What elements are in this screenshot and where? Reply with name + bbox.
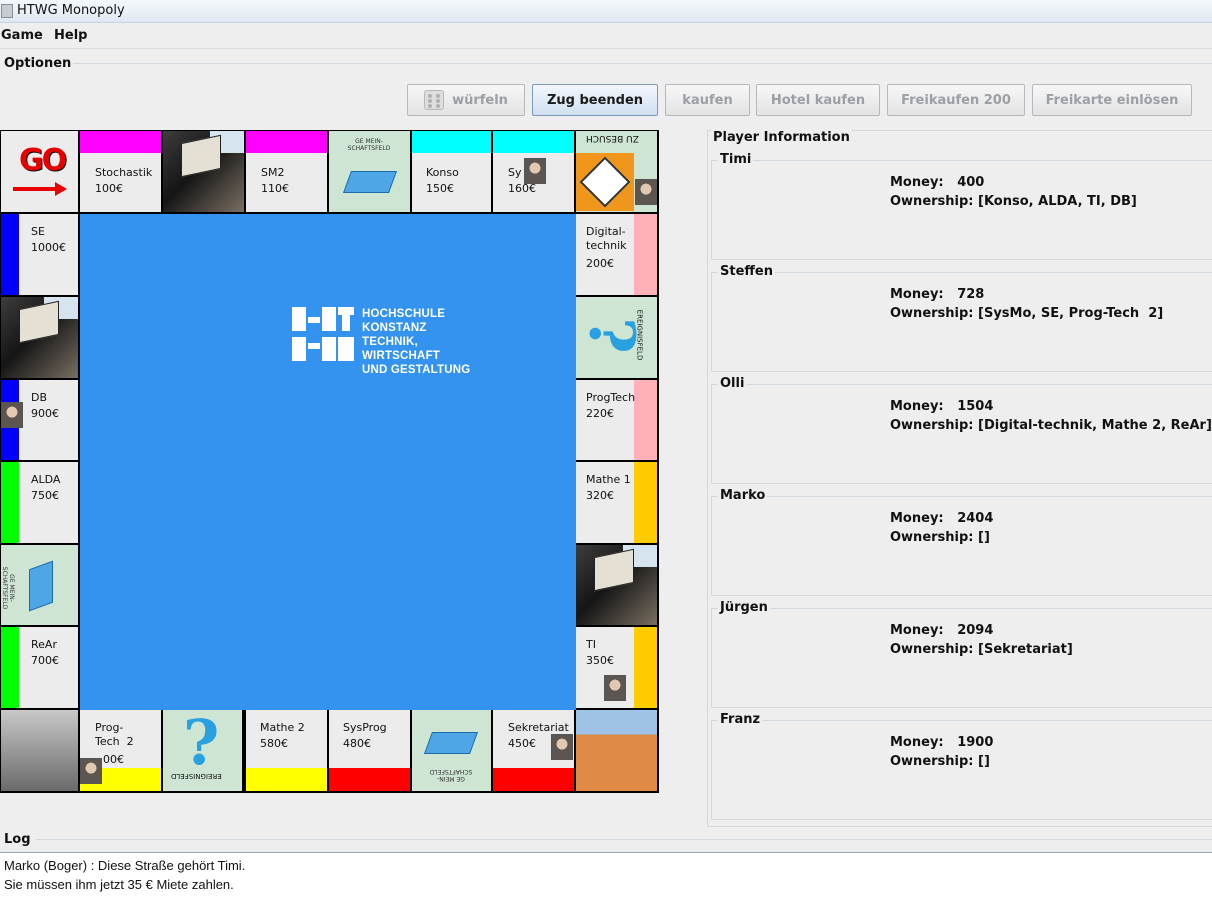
player-info-label: Player Information — [711, 130, 852, 145]
menu-bar: Game Help — [0, 25, 1212, 49]
log-line: Sie müssen ihm jetzt 35 € Miete zahlen. — [4, 877, 234, 892]
free-parking-photo-field[interactable] — [576, 710, 657, 791]
field-alda[interactable]: ALDA 750€ — [1, 462, 78, 543]
chance-field-bottom[interactable]: ? EREIGNISFELD — [163, 706, 242, 791]
field-db[interactable]: DB 900€ — [1, 380, 78, 460]
field-sekretariat[interactable]: Sekretariat 450€ — [493, 710, 574, 791]
player-token-avatar — [635, 179, 657, 205]
question-mark-icon: ? — [183, 706, 220, 779]
end-turn-button[interactable]: Zug beenden — [532, 84, 658, 116]
log-border — [36, 839, 1212, 840]
buy-hotel-button[interactable]: Hotel kaufen — [756, 84, 880, 116]
go-arrow-icon — [13, 187, 57, 191]
go-text: GO — [19, 143, 67, 178]
field-digital-technik[interactable]: Digital- technik 200€ — [576, 214, 657, 295]
gez-photo-field-right[interactable] — [576, 545, 657, 625]
options-label: Optionen — [2, 56, 74, 71]
field-sy[interactable]: Sy 160€ — [493, 131, 574, 212]
dice-icon — [424, 90, 445, 110]
menu-game[interactable]: Game — [1, 28, 43, 43]
player-card-olli: Olli Money: 1504 Ownership: [Digital-tec… — [711, 376, 1212, 484]
field-rear[interactable]: ReAr 700€ — [1, 627, 78, 708]
player-card-timi: Timi Money: 400 Ownership: [Konso, ALDA,… — [711, 152, 1212, 260]
title-bar: HTWG Monopoly — [0, 0, 1212, 23]
field-ti[interactable]: TI 350€ — [576, 627, 657, 708]
field-sysprog[interactable]: SysProg 480€ — [329, 710, 410, 791]
roll-dice-button[interactable]: würfeln — [407, 84, 525, 116]
field-se[interactable]: SE 1000€ — [1, 214, 78, 295]
field-prog-tech-2[interactable]: Prog- Tech 2 00€ — [80, 710, 161, 791]
player-card-marko: Marko Money: 2404 Ownership: [] — [711, 488, 1212, 596]
player-card-steffen: Steffen Money: 728 Ownership: [SysMo, SE… — [711, 264, 1212, 372]
community-field-top[interactable]: GE MEIN-SCHAFTSFELD — [329, 131, 410, 212]
java-app-icon — [1, 4, 13, 18]
gez-photo-field-left[interactable] — [1, 297, 78, 378]
board-center — [80, 214, 576, 710]
log-text-area[interactable]: Marko (Boger) : Diese Straße gehört Timi… — [0, 852, 1212, 900]
htwg-logo-text: HOCHSCHULE KONSTANZ TECHNIK, WIRTSCHAFT … — [362, 308, 471, 376]
htwg-logo: HOCHSCHULE KONSTANZ TECHNIK, WIRTSCHAFT … — [292, 307, 492, 376]
field-konso[interactable]: Konso 150€ — [412, 131, 491, 212]
player-token-avatar — [524, 158, 546, 184]
go-field[interactable]: GO — [1, 131, 78, 212]
gez-photo-field-top[interactable] — [163, 131, 244, 212]
options-border — [68, 63, 1212, 64]
community-chest-icon — [423, 732, 479, 754]
field-progtech[interactable]: ProgTech 220€ — [576, 380, 657, 460]
menu-help[interactable]: Help — [54, 28, 87, 43]
player-token-avatar — [1, 402, 23, 428]
player-card-juergen: Jürgen Money: 2094 Ownership: [Sekretari… — [711, 600, 1212, 708]
player-card-franz: Franz Money: 1900 Ownership: [] — [711, 712, 1212, 820]
community-chest-icon — [342, 171, 398, 193]
htwg-logo-icon — [292, 307, 354, 361]
redeem-card-button[interactable]: Freikarte einlösen — [1032, 84, 1192, 116]
field-mathe-2[interactable]: Mathe 2 580€ — [246, 710, 327, 791]
buy-button[interactable]: kaufen — [665, 84, 750, 116]
community-field-bottom[interactable]: GE MEIN-SCHAFTSFELD — [412, 710, 491, 791]
field-stochastik[interactable]: Stochastik 100€ — [80, 131, 161, 212]
chance-field-right[interactable]: ? EREIGNISFELD — [576, 297, 657, 378]
lecture-hall-photo-field[interactable] — [1, 710, 78, 791]
field-sm2[interactable]: SM2 110€ — [246, 131, 327, 212]
log-line: Marko (Boger) : Diese Straße gehört Timi… — [4, 858, 246, 873]
community-chest-icon — [29, 560, 53, 612]
player-token-avatar — [604, 675, 626, 701]
community-field-left[interactable]: GE MEIN-SCHAFTSFELD — [1, 545, 78, 625]
jail-visit-field[interactable]: ZU BESUCH — [576, 131, 657, 212]
buy-free-button[interactable]: Freikaufen 200 — [887, 84, 1025, 116]
field-mathe-1[interactable]: Mathe 1 320€ — [576, 462, 657, 543]
jail-icon — [576, 153, 634, 211]
log-label: Log — [2, 832, 33, 847]
player-token-avatar — [80, 758, 102, 784]
roll-dice-label: würfeln — [452, 92, 508, 108]
window-title: HTWG Monopoly — [17, 3, 125, 18]
player-token-avatar — [551, 734, 573, 760]
